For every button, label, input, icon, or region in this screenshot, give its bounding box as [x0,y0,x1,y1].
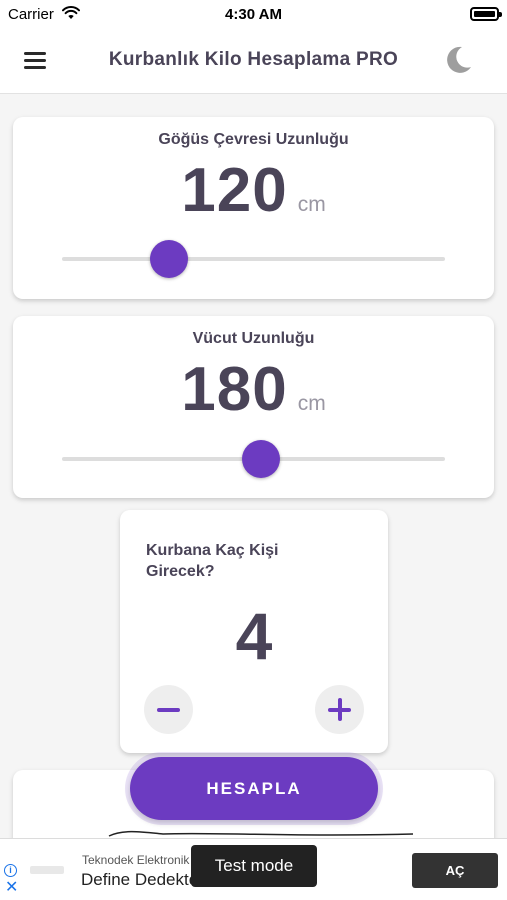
body-length-label: Vücut Uzunluğu [192,330,315,347]
people-counter-card: Kurbana Kaç Kişi Girecek? 4 [120,510,388,753]
decrement-button[interactable] [144,685,193,734]
calculate-button[interactable]: HESAPLA [130,757,378,820]
chest-slider-thumb[interactable] [150,240,189,278]
app-title: Kurbanlık Kilo Hesaplama PRO [108,49,399,70]
body-length-slider-thumb[interactable] [242,440,281,478]
body-length-value-row: 180 cm [13,354,494,425]
chest-label: Göğüs Çevresi Uzunluğu [158,131,349,148]
ad-info-icon[interactable]: i [4,864,17,877]
chest-card: Göğüs Çevresi Uzunluğu 120 cm [13,117,494,299]
people-counter-label: Kurbana Kaç Kişi Girecek? [146,542,279,580]
chest-slider[interactable] [62,240,445,278]
ad-sponsor: Teknodek Elektronik [82,853,190,867]
ad-open-button[interactable]: AÇ [412,853,498,888]
body-length-card: Vücut Uzunluğu 180 cm [13,316,494,498]
body-length-value: 180 [181,355,288,424]
app-header: Kurbanlık Kilo Hesaplama PRO [0,30,507,94]
chest-slider-track [62,257,445,261]
ad-banner[interactable]: i ✕ Teknodek Elektronik Define Dedektörü… [0,838,507,900]
people-count: 4 [235,599,273,673]
minus-icon [157,708,180,712]
body-length-unit: cm [297,392,326,415]
chest-unit: cm [297,193,326,216]
increment-button[interactable] [315,685,364,734]
body-length-slider[interactable] [62,440,445,478]
battery-icon [470,7,502,21]
moon-icon[interactable] [443,45,473,75]
chest-value-row: 120 cm [13,155,494,226]
chest-value: 120 [181,156,288,225]
status-bar: Carrier 4:30 AM [0,0,507,30]
clock: 4:30 AM [225,6,282,23]
ad-close-icon[interactable]: ✕ [5,880,18,896]
ad-logo [30,866,64,874]
ad-test-mode-badge: Test mode [191,845,317,887]
